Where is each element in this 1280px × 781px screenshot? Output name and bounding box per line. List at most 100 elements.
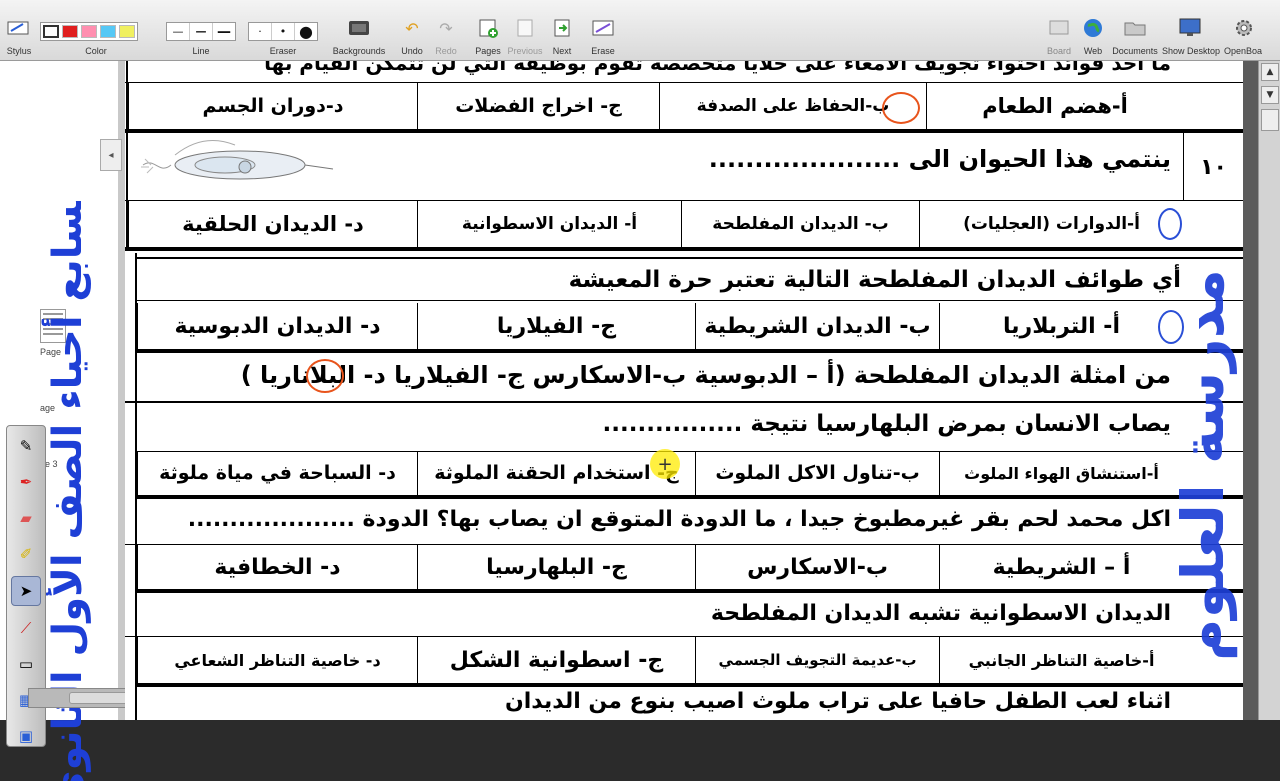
previous-page-icon — [513, 18, 537, 38]
question-10-row: ١٠ ينتمي هذا الحيوان الى ...............… — [125, 133, 1243, 201]
option-a: أ-استنشاق الهواء الملوث — [939, 451, 1183, 495]
question-13-row: يصاب الانسان بمرض البلهارسيا نتيجة .....… — [125, 405, 1243, 451]
option-d: د-دوران الجسم — [128, 83, 417, 129]
question-11-row: أي طوائف الديدان المفلطحة التالية تعتبر … — [135, 257, 1243, 301]
eraser-large-button[interactable]: ● — [295, 22, 317, 41]
pointer-icon: ⟋ — [20, 619, 32, 637]
show-desktop-button[interactable]: Show Desktop — [1162, 0, 1221, 60]
question-9-options: أ-هضم الطعام ب-الحفاظ على الصدفة ج- اخرا… — [125, 83, 1243, 129]
option-a: أ- التربلاريا — [939, 303, 1183, 349]
openboard-menu-button[interactable]: OpenBoa — [1222, 0, 1280, 60]
scroll-down-icon[interactable]: ▼ — [1261, 86, 1279, 104]
question-13-text: يصاب الانسان بمرض البلهارسيا نتيجة .....… — [602, 411, 1171, 437]
highlighter-icon: ✐ — [19, 545, 33, 563]
color-swatch-yellow[interactable] — [119, 25, 135, 38]
worksheet-document: ما أحد فوائد احتواء تجويف الأمعاء على خل… — [125, 61, 1243, 720]
redo-label: Redo — [435, 46, 457, 56]
erase-label: Erase — [591, 46, 615, 56]
redo-button[interactable]: ↷ Redo — [430, 0, 462, 60]
highlighter-tool-button[interactable]: ✐ — [12, 540, 40, 568]
table-left-border — [126, 61, 128, 251]
undo-icon: ↶ — [405, 18, 419, 38]
vertical-scrollbar[interactable]: ▲ ▼ — [1258, 61, 1280, 720]
question-15-text: الديدان الاسطوانية تشبه الديدان المفلطحة — [710, 601, 1171, 626]
question-9-text: ما أحد فوائد احتواء تجويف الأمعاء على خل… — [264, 61, 1171, 75]
selector-tool-button[interactable]: ➤ — [11, 576, 41, 606]
color-swatch-white[interactable] — [43, 25, 59, 38]
marker-icon: ✒ — [19, 473, 33, 491]
next-button[interactable]: Next — [546, 0, 578, 60]
backgrounds-label: Backgrounds — [332, 46, 386, 56]
capture-icon: ▣ — [18, 727, 34, 745]
scroll-up-icon[interactable]: ▲ — [1261, 63, 1279, 81]
undo-label: Undo — [401, 46, 423, 56]
web-button[interactable]: Web — [1078, 0, 1108, 60]
question-14-text: اكل محمد لحم بقر غيرمطبوخ جيدا ، ما الدو… — [187, 507, 1171, 532]
pen-tool-button[interactable]: ✎ — [12, 432, 40, 460]
laser-pointer-tool-button[interactable]: ⟋ — [12, 614, 40, 642]
line-label: Line — [192, 46, 210, 56]
documents-label: Documents — [1112, 46, 1158, 56]
pages-button[interactable]: Pages — [472, 0, 504, 60]
collapse-sidebar-handle[interactable]: ◂ — [100, 139, 122, 171]
option-d: د- خاصية التناظر الشعاعي — [137, 637, 417, 683]
ruler-icon: ▭ — [18, 655, 34, 673]
question-12-row: من امثلة الديدان المفلطحة (أ – الدبوسية … — [125, 353, 1243, 403]
line-thick-button[interactable]: — — [213, 23, 235, 40]
question-14-options: أ – الشريطية ب-الاسكارس ج- البلهارسيا د-… — [125, 545, 1243, 589]
highlighter-cursor-icon: + — [650, 449, 680, 479]
line-medium-button[interactable]: — — [190, 23, 213, 40]
eraser-size-buttons: · • ● — [248, 22, 318, 41]
previous-button[interactable]: Previous — [506, 0, 544, 60]
erase-button[interactable]: Erase — [588, 0, 618, 60]
eraser-medium-button[interactable]: • — [272, 23, 295, 40]
undo-button[interactable]: ↶ Undo — [396, 0, 428, 60]
question-9-row: ما أحد فوائد احتواء تجويف الأمعاء على خل… — [125, 61, 1243, 83]
line-thin-button[interactable]: — — [167, 23, 190, 40]
top-toolbar: Stylus Color — — — Line · • ● Eraser Bac… — [0, 0, 1280, 61]
option-d: د- الديدان الحلقية — [128, 201, 417, 247]
gear-icon — [1232, 18, 1256, 38]
question-10-number: ١٠ — [1183, 133, 1243, 201]
marker-tool-button[interactable]: ✒ — [12, 468, 40, 496]
color-swatch-red[interactable] — [62, 25, 78, 38]
question-14-row: اكل محمد لحم بقر غيرمطبوخ جيدا ، ما الدو… — [125, 499, 1243, 545]
question-11-options: أ- التربلاريا ب- الديدان الشريطية ج- الف… — [125, 303, 1243, 349]
answer-circle-q9 — [882, 92, 920, 124]
pages-label: Pages — [475, 46, 501, 56]
eraser-tool-button[interactable]: ▰ — [12, 504, 40, 532]
question-15-options: أ-خاصية التناظر الجانبي ب-عديمة التجويف … — [125, 637, 1243, 683]
question-16-row: اثناء لعب الطفل حافيا على تراب ملوث اصيب… — [125, 687, 1243, 720]
backgrounds-button[interactable]: Backgrounds — [330, 0, 388, 60]
option-c: ج- البلهارسيا — [417, 545, 695, 589]
line-tool-button[interactable]: ▭ — [12, 650, 40, 678]
board-button[interactable]: Board — [1044, 0, 1074, 60]
option-c: أ- الديدان الاسطوانية — [417, 201, 681, 247]
question-10-options: أ-الدوارات (العجليات) ب- الديدان المفلطح… — [125, 201, 1243, 247]
option-b: ب-تناول الاكل الملوث — [695, 451, 939, 495]
option-a: أ-هضم الطعام — [926, 83, 1183, 129]
monitor-icon — [1178, 18, 1202, 38]
stylus-button[interactable]: Stylus — [2, 0, 36, 60]
option-a: أ-الدوارات (العجليات) — [919, 201, 1183, 247]
stylus-icon — [6, 18, 30, 38]
eraser-label: Eraser — [269, 46, 297, 56]
show-desktop-label: Show Desktop — [1162, 46, 1221, 56]
color-swatch-blue[interactable] — [100, 25, 116, 38]
option-c: ج- الفيلاريا — [417, 303, 695, 349]
question-11-text: أي طوائف الديدان المفلطحة التالية تعتبر … — [568, 267, 1181, 293]
pen-icon: ✎ — [19, 437, 33, 455]
add-page-icon — [476, 18, 500, 38]
documents-button[interactable]: Documents — [1110, 0, 1160, 60]
eraser-small-button[interactable]: · — [249, 23, 272, 40]
right-margin — [1243, 61, 1258, 720]
next-label: Next — [552, 46, 572, 56]
stylus-label: Stylus — [6, 46, 32, 56]
answer-circle-q10 — [1158, 208, 1182, 240]
capture-tool-button[interactable]: ▣ — [12, 722, 40, 750]
scroll-thumb[interactable] — [1261, 109, 1279, 131]
color-swatch-pink[interactable] — [81, 25, 97, 38]
color-swatches — [40, 22, 138, 41]
option-d: د- الديدان الدبوسية — [137, 303, 417, 349]
question-15-row: الديدان الاسطوانية تشبه الديدان المفلطحة — [125, 593, 1243, 637]
